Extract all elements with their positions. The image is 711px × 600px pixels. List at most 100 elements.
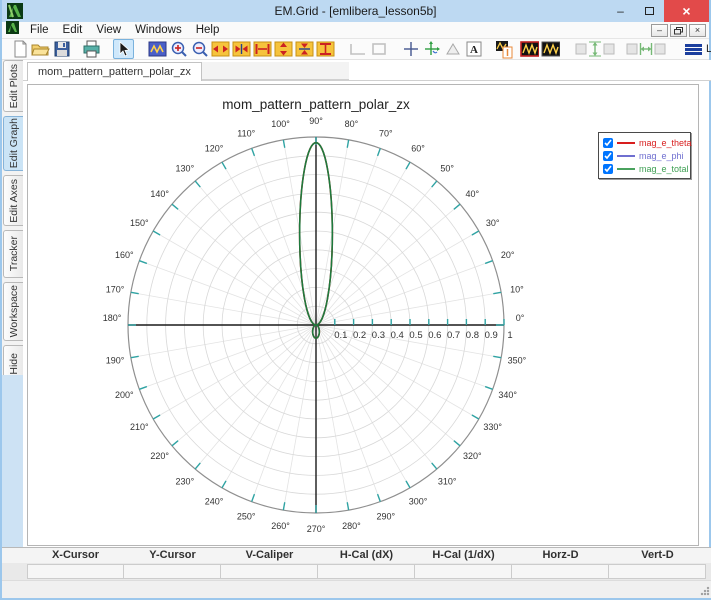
mdi-restore-icon[interactable]: [670, 24, 687, 37]
menu-bar: File Edit View Windows Help – ×: [2, 21, 709, 39]
legend-row: mag_e_total: [603, 162, 689, 175]
svg-text:A: A: [470, 44, 478, 56]
sidebar-tab-edit-plots[interactable]: Edit Plots: [3, 60, 23, 112]
svg-text:340°: 340°: [498, 390, 517, 400]
cursor-label-horz-d: Horz-D: [542, 549, 579, 561]
cursor-label-vcaliper: V-Caliper: [245, 549, 294, 561]
svg-text:0.4: 0.4: [391, 330, 404, 341]
cursor-value-cell: [27, 564, 124, 579]
svg-text:210°: 210°: [130, 422, 149, 432]
mdi-minimize-icon[interactable]: –: [651, 24, 668, 37]
v-spacing-group-icon[interactable]: [574, 39, 616, 59]
plot-style-red-icon[interactable]: [519, 39, 540, 59]
new-file-icon[interactable]: [9, 39, 30, 59]
plot-properties-icon[interactable]: [493, 39, 514, 59]
crosshair-icon[interactable]: [400, 39, 421, 59]
svg-text:0.7: 0.7: [447, 330, 460, 341]
marker-triangle-icon[interactable]: [442, 39, 463, 59]
svg-text:180°: 180°: [103, 313, 122, 323]
pointer-select-icon[interactable]: [113, 39, 134, 59]
fit-vertical-icon[interactable]: [315, 39, 336, 59]
legend-line-sample: [617, 154, 635, 157]
sidebar-tab-tracker[interactable]: Tracker: [3, 230, 23, 278]
cursor-label-vert-d: Vert-D: [641, 549, 674, 561]
svg-text:110°: 110°: [237, 128, 255, 138]
svg-text:320°: 320°: [463, 451, 482, 461]
shrink-vertical-icon[interactable]: [294, 39, 315, 59]
cursor-value-cell: [318, 564, 415, 579]
legend-checkbox-mag-e-phi[interactable]: [603, 150, 613, 161]
sidebar-tab-edit-graph[interactable]: Edit Graph: [3, 116, 23, 171]
menu-help[interactable]: Help: [189, 23, 227, 37]
zoom-window-icon[interactable]: [147, 39, 168, 59]
svg-text:0.8: 0.8: [466, 330, 479, 341]
svg-text:0.3: 0.3: [372, 330, 385, 341]
svg-text:1: 1: [507, 330, 512, 341]
document-tab-bar: mom_pattern_pattern_polar_zx: [23, 60, 711, 81]
emgrid-doc-icon: [6, 21, 19, 39]
menu-view[interactable]: View: [89, 23, 128, 37]
open-file-icon[interactable]: [30, 39, 51, 59]
zoom-in-icon[interactable]: [168, 39, 189, 59]
svg-text:190°: 190°: [106, 355, 125, 365]
menu-windows[interactable]: Windows: [128, 23, 189, 37]
legend-label: mag_e_total: [639, 163, 689, 174]
app-window: EM.Grid - [emlibera_lesson5b] – × File E…: [0, 0, 711, 600]
legend-label: mag_e_phi: [639, 150, 684, 161]
svg-text:200°: 200°: [115, 390, 134, 400]
document-tab-area: [189, 62, 349, 80]
svg-text:90°: 90°: [309, 116, 323, 126]
zoom-out-icon[interactable]: [189, 39, 210, 59]
svg-text:0.1: 0.1: [334, 330, 347, 341]
svg-text:290°: 290°: [376, 512, 395, 522]
svg-text:300°: 300°: [409, 497, 428, 507]
svg-text:260°: 260°: [271, 521, 290, 531]
sidebar-tab-edit-axes[interactable]: Edit Axes: [3, 175, 23, 226]
sidebar-tab-workspace[interactable]: Workspace: [3, 282, 23, 341]
resize-grip[interactable]: [700, 586, 710, 596]
menu-edit[interactable]: Edit: [56, 23, 90, 37]
h-spacing-group-icon[interactable]: [625, 39, 667, 59]
svg-text:0.6: 0.6: [428, 330, 441, 341]
svg-text:230°: 230°: [176, 476, 195, 486]
shrink-horizontal-icon[interactable]: [231, 39, 252, 59]
svg-text:310°: 310°: [438, 476, 457, 486]
cursor-value-cell: [221, 564, 318, 579]
document-tab-active[interactable]: mom_pattern_pattern_polar_zx: [27, 62, 202, 81]
fit-horizontal-icon[interactable]: [252, 39, 273, 59]
text-annotation-icon[interactable]: A: [463, 39, 484, 59]
expand-horizontal-icon[interactable]: [210, 39, 231, 59]
print-icon[interactable]: [81, 39, 102, 59]
svg-text:100°: 100°: [271, 119, 290, 129]
mdi-close-icon[interactable]: ×: [689, 24, 706, 37]
legend-checkbox-mag-e-total[interactable]: [603, 163, 613, 174]
cursor-value-cell: [415, 564, 512, 579]
svg-text:70°: 70°: [379, 128, 393, 138]
svg-text:80°: 80°: [345, 119, 359, 129]
svg-text:130°: 130°: [176, 164, 195, 174]
legend-checkbox-mag-e-theta[interactable]: [603, 137, 613, 148]
svg-text:150°: 150°: [130, 218, 149, 228]
window-title: EM.Grid - [emlibera_lesson5b]: [274, 4, 437, 18]
cursor-value-cell: [609, 564, 706, 579]
svg-text:30°: 30°: [486, 218, 500, 228]
cursor-label-hcal-dx: H-Cal (dX): [339, 549, 394, 561]
svg-text:350°: 350°: [508, 355, 527, 365]
save-file-icon[interactable]: [51, 39, 72, 59]
minimize-icon[interactable]: –: [606, 0, 635, 22]
rect-select-icon[interactable]: [347, 39, 368, 59]
svg-text:0.2: 0.2: [353, 330, 366, 341]
plot-style-icon[interactable]: [540, 39, 561, 59]
svg-text:50°: 50°: [440, 164, 454, 174]
rect-select-2-icon[interactable]: [368, 39, 389, 59]
svg-text:0°: 0°: [516, 313, 525, 323]
svg-text:330°: 330°: [483, 422, 502, 432]
cursor-label-x: X-Cursor: [51, 549, 100, 561]
axes-tool-icon[interactable]: [421, 39, 442, 59]
cursor-label-row: X-Cursor Y-Cursor V-Caliper H-Cal (dX) H…: [2, 547, 711, 563]
menu-file[interactable]: File: [23, 23, 56, 37]
maximize-icon[interactable]: [635, 0, 664, 22]
close-icon[interactable]: ×: [664, 0, 709, 22]
layout-menu-button[interactable]: Layout ▼: [681, 41, 711, 57]
expand-vertical-icon[interactable]: [273, 39, 294, 59]
